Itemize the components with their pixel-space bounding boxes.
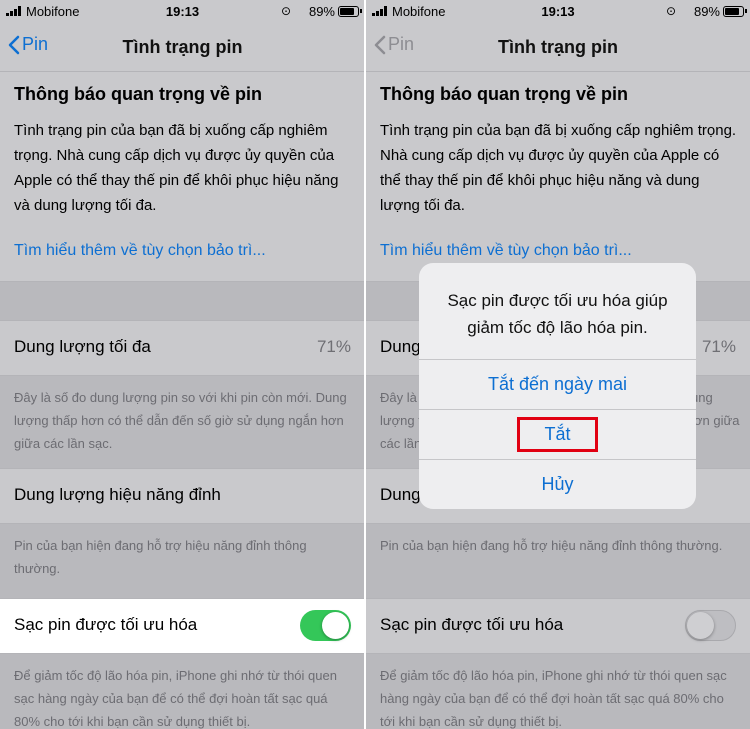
cancel-button[interactable]: Hủy [419, 459, 696, 509]
optimized-charging-label: Sạc pin được tối ưu hóa [14, 615, 198, 634]
toggle-knob [322, 612, 349, 639]
max-capacity-label: Dung [380, 337, 421, 356]
peak-performance-footnote: Pin của bạn hiện đang hỗ trợ hiệu năng đ… [0, 524, 365, 598]
page-title: Tình trạng pin [122, 37, 243, 57]
optimized-charging-label: Sạc pin được tối ưu hóa [380, 615, 564, 634]
learn-more-link[interactable]: Tìm hiểu thêm về tùy chọn bảo trì... [380, 242, 632, 260]
optimized-charging-row: Sạc pin được tối ưu hóa [366, 598, 750, 654]
optimized-charging-row: Sạc pin được tối ưu hóa [0, 598, 365, 654]
orientation-lock-icon: ⊙ [280, 4, 291, 18]
right-screenshot: Mobifone 19:13 ⊙ 89% Pin Tình trạng pin … [366, 0, 750, 729]
button-label: Tắt đến ngày mai [487, 374, 628, 394]
status-bar: Mobifone 19:13 ⊙ 89% [0, 0, 365, 24]
peak-performance-row: Dung lượng hiệu năng đỉnh [0, 468, 365, 524]
notice-title: Thông báo quan trọng về pin [380, 84, 628, 104]
optimized-charging-toggle[interactable] [685, 610, 736, 641]
max-capacity-label: Dung lượng tối đa [14, 337, 151, 356]
battery-percent: 89% [693, 4, 720, 19]
max-capacity-row: Dung lượng tối đa 71% [0, 320, 365, 376]
section-gap [0, 282, 365, 322]
notice-body: Tình trạng pin của bạn đã bị xuống cấp n… [380, 122, 737, 214]
page-title: Tình trạng pin [498, 37, 618, 57]
status-bar: Mobifone 19:13 ⊙ 89% [366, 0, 750, 24]
turn-off-button[interactable]: Tắt [419, 409, 696, 459]
orientation-lock-icon: ⊙ [665, 4, 676, 18]
optimized-charging-footnote: Để giảm tốc độ lão hóa pin, iPhone ghi n… [0, 654, 365, 729]
alert-message: Sạc pin được tối ưu hóa giúp giảm tốc độ… [447, 291, 668, 337]
left-screenshot: Mobifone 19:13 ⊙ 89% Pin Tình trạng pin … [0, 0, 365, 729]
max-capacity-value: 71% [701, 337, 736, 356]
clock: 19:13 [541, 4, 575, 19]
optimized-charging-toggle[interactable] [300, 610, 351, 641]
notice-title: Thông báo quan trọng về pin [14, 84, 262, 104]
peak-performance-footnote: Pin của bạn hiện đang hỗ trợ hiệu năng đ… [366, 524, 750, 598]
turn-off-until-tomorrow-button[interactable]: Tắt đến ngày mai [419, 359, 696, 409]
confirm-alert-dialog: Sạc pin được tối ưu hóa giúp giảm tốc độ… [419, 263, 696, 509]
battery-icon [338, 6, 362, 17]
button-label: Hủy [541, 474, 574, 494]
max-capacity-footnote: Đây là số đo dung lượng pin so với khi p… [0, 376, 365, 468]
max-capacity-value: 71% [316, 337, 351, 356]
highlighted-button-label: Tắt [517, 417, 598, 452]
battery-notice: Thông báo quan trọng về pin Tình trạng p… [366, 72, 750, 282]
navigation-bar: Pin Tình trạng pin [366, 24, 750, 72]
battery-notice: Thông báo quan trọng về pin Tình trạng p… [0, 72, 365, 282]
learn-more-link[interactable]: Tìm hiểu thêm về tùy chọn bảo trì... [14, 242, 266, 260]
battery-percent: 89% [308, 4, 335, 19]
navigation-bar: Pin Tình trạng pin [0, 24, 365, 72]
peak-performance-label: Dung [380, 485, 421, 504]
notice-body: Tình trạng pin của bạn đã bị xuống cấp n… [14, 122, 339, 214]
optimized-charging-footnote: Để giảm tốc độ lão hóa pin, iPhone ghi n… [366, 654, 750, 729]
toggle-knob [687, 612, 714, 639]
battery-icon [723, 6, 747, 17]
peak-performance-label: Dung lượng hiệu năng đỉnh [14, 485, 221, 504]
